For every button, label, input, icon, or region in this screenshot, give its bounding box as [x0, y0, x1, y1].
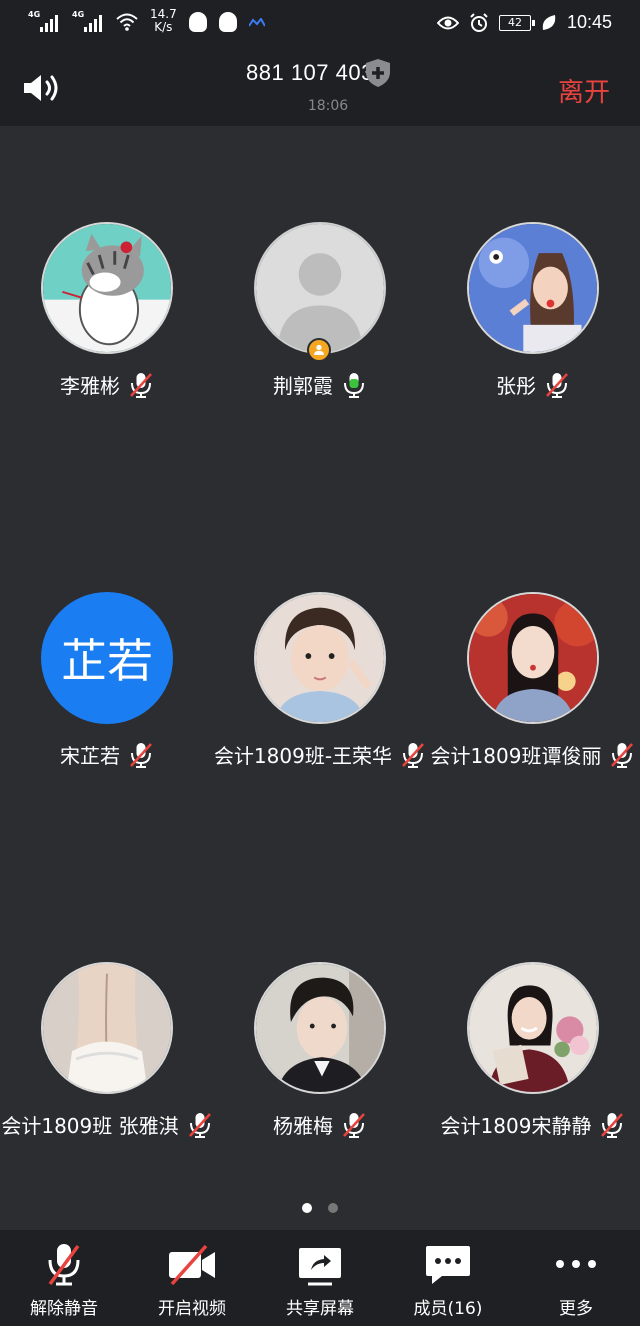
meeting-id[interactable]: 881 107 403 — [246, 60, 374, 86]
mic-muted-icon — [130, 372, 152, 398]
avatar-image — [256, 594, 384, 722]
mic-muted-icon — [343, 1112, 365, 1138]
alarm-icon — [470, 12, 488, 32]
avatar-image — [469, 224, 597, 352]
participant-tile[interactable]: 会计1809班-王荣华 — [213, 496, 427, 866]
avatar — [41, 962, 173, 1094]
participant-tile[interactable]: 芷若 宋芷若 — [0, 496, 214, 866]
start-video-button[interactable]: 开启视频 — [128, 1230, 256, 1326]
participant-tile[interactable]: 杨雅梅 — [213, 866, 427, 1236]
eye-comfort-icon — [436, 16, 459, 29]
avatar — [254, 222, 386, 354]
participant-tile[interactable]: 会计1809宋静静 — [426, 866, 640, 1236]
meeting-toolbar: 解除静音 开启视频 共享屏幕 成员(16) 更多 — [0, 1230, 640, 1326]
start-video-label: 开启视频 — [158, 1299, 226, 1319]
participant-name: 荆郭霞 — [273, 374, 333, 398]
participant-tile[interactable]: 李雅彬 — [0, 126, 214, 496]
participant-tile[interactable]: 会计1809班 张雅淇 — [0, 866, 214, 1236]
share-screen-label: 共享屏幕 — [286, 1299, 354, 1319]
page-dot-active[interactable] — [302, 1203, 312, 1213]
security-shield-icon[interactable] — [364, 58, 392, 88]
participant-tile[interactable]: 张彤 — [426, 126, 640, 496]
status-time: 10:45 — [566, 12, 612, 32]
participant-name: 会计1809班-王荣华 — [213, 744, 393, 768]
chat-bubble-icon — [426, 1246, 470, 1284]
mic-active-icon — [344, 372, 364, 398]
meeting-header: 881 107 403 18:06 离开 — [0, 48, 640, 126]
battery-indicator: 42 — [498, 14, 535, 31]
mic-muted-icon — [546, 372, 568, 398]
avatar-initials: 芷若 — [41, 592, 173, 724]
participant-name: 会计1809班 张雅淇 — [1, 1114, 179, 1138]
meeting-elapsed-time: 18:06 — [307, 98, 349, 114]
mic-muted-icon — [188, 1112, 211, 1138]
avatar-image — [43, 224, 171, 352]
share-screen-button[interactable]: 共享屏幕 — [256, 1230, 384, 1326]
mic-muted-icon — [601, 1112, 624, 1138]
participant-name: 会计1809班谭俊丽 — [430, 744, 602, 768]
share-screen-icon — [299, 1248, 341, 1286]
unmute-button[interactable]: 解除静音 — [0, 1230, 128, 1326]
avatar-image — [256, 964, 384, 1092]
default-avatar-icon — [256, 224, 384, 352]
unmute-label: 解除静音 — [30, 1299, 98, 1319]
avatar — [467, 222, 599, 354]
avatar-image — [43, 964, 171, 1092]
participant-tile[interactable]: 荆郭霞 — [213, 126, 427, 496]
wifi-icon — [116, 13, 138, 31]
page-dot[interactable] — [328, 1203, 338, 1213]
avatar-image — [469, 964, 597, 1092]
host-badge-icon — [307, 338, 331, 362]
avatar — [254, 592, 386, 724]
avatar — [254, 962, 386, 1094]
cellular-signal-icon: 4G — [72, 8, 104, 32]
qq-notification-icon — [218, 12, 237, 32]
participant-name: 宋芷若 — [60, 744, 120, 768]
avatar — [467, 592, 599, 724]
mic-muted-icon — [611, 742, 634, 768]
app-notification-icon — [248, 18, 265, 27]
mic-muted-icon — [48, 1244, 80, 1286]
network-speed: 14.7 K/s — [150, 7, 177, 34]
participant-name: 李雅彬 — [60, 374, 120, 398]
avatar — [41, 222, 173, 354]
avatar-image — [469, 594, 597, 722]
more-label: 更多 — [559, 1299, 593, 1319]
mic-muted-icon — [130, 742, 152, 768]
avatar — [467, 962, 599, 1094]
participant-name: 杨雅梅 — [273, 1114, 333, 1138]
qq-notification-icon — [188, 12, 207, 32]
mic-muted-icon — [402, 742, 424, 768]
more-dots-icon — [556, 1260, 596, 1268]
participant-grid: 李雅彬 荆郭霞 张彤 芷若 宋芷若 会计1809班-王荣华 会计1809班谭俊丽… — [0, 126, 640, 1226]
participant-name: 张彤 — [496, 374, 536, 398]
video-off-icon — [169, 1244, 215, 1286]
participant-name: 会计1809宋静静 — [440, 1114, 592, 1138]
page-indicator[interactable] — [0, 1203, 640, 1213]
leave-meeting-button[interactable]: 离开 — [558, 72, 610, 109]
participant-tile[interactable]: 会计1809班谭俊丽 — [426, 496, 640, 866]
power-saving-leaf-icon — [542, 14, 556, 30]
more-button[interactable]: 更多 — [512, 1230, 640, 1326]
network-type-label: 4G — [72, 10, 85, 19]
status-bar: 4G 4G 14.7 K/s 42 10:45 — [0, 0, 640, 48]
members-button[interactable]: 成员(16) — [384, 1230, 512, 1326]
cellular-signal-icon: 4G — [28, 8, 60, 32]
avatar-initials-text: 芷若 — [61, 634, 153, 688]
members-label: 成员(16) — [413, 1299, 483, 1319]
network-type-label: 4G — [28, 10, 41, 19]
